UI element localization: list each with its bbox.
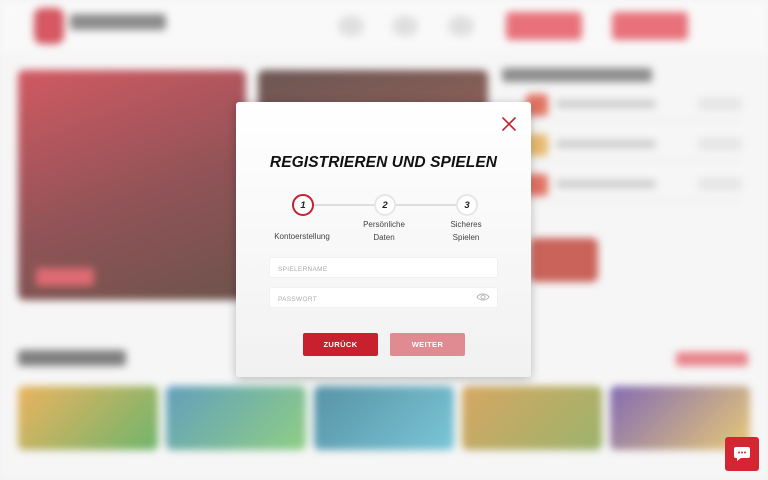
next-button[interactable]: WEITER [390,333,465,356]
step-2-indicator: 2 [374,194,396,216]
username-field [270,258,497,279]
step-2-label: Persönliche Daten [344,218,424,244]
step-1-label: Kontoerstellung [274,232,330,241]
step-3-label-line1: Sicheres [450,220,482,229]
step-2-number: 2 [382,199,388,211]
username-input[interactable] [270,260,478,279]
step-3-label: Sicheres Spielen [426,218,506,244]
step-2-label-line2: Daten [373,233,395,242]
password-input[interactable] [270,290,478,309]
registration-modal: REGISTRIEREN UND SPIELEN 1 2 3 Kontoerst… [236,102,531,377]
step-1-number: 1 [300,199,306,211]
step-connector [312,204,374,206]
close-icon [502,117,516,131]
eye-icon[interactable] [476,292,490,302]
step-connector [394,204,456,206]
chat-icon [734,447,750,461]
step-2-label-line1: Persönliche [363,220,405,229]
modal-title: REGISTRIEREN UND SPIELEN [269,154,498,171]
password-field [270,288,497,309]
step-3-label-line2: Spielen [452,233,480,242]
step-3-number: 3 [464,199,470,211]
chat-button[interactable] [725,437,759,471]
back-button[interactable]: ZURÜCK [303,333,378,356]
step-1-indicator: 1 [292,194,314,216]
close-button[interactable] [499,114,519,134]
step-3-indicator: 3 [456,194,478,216]
registration-stepper: 1 2 3 Kontoerstellung Persönliche Daten … [236,194,531,254]
